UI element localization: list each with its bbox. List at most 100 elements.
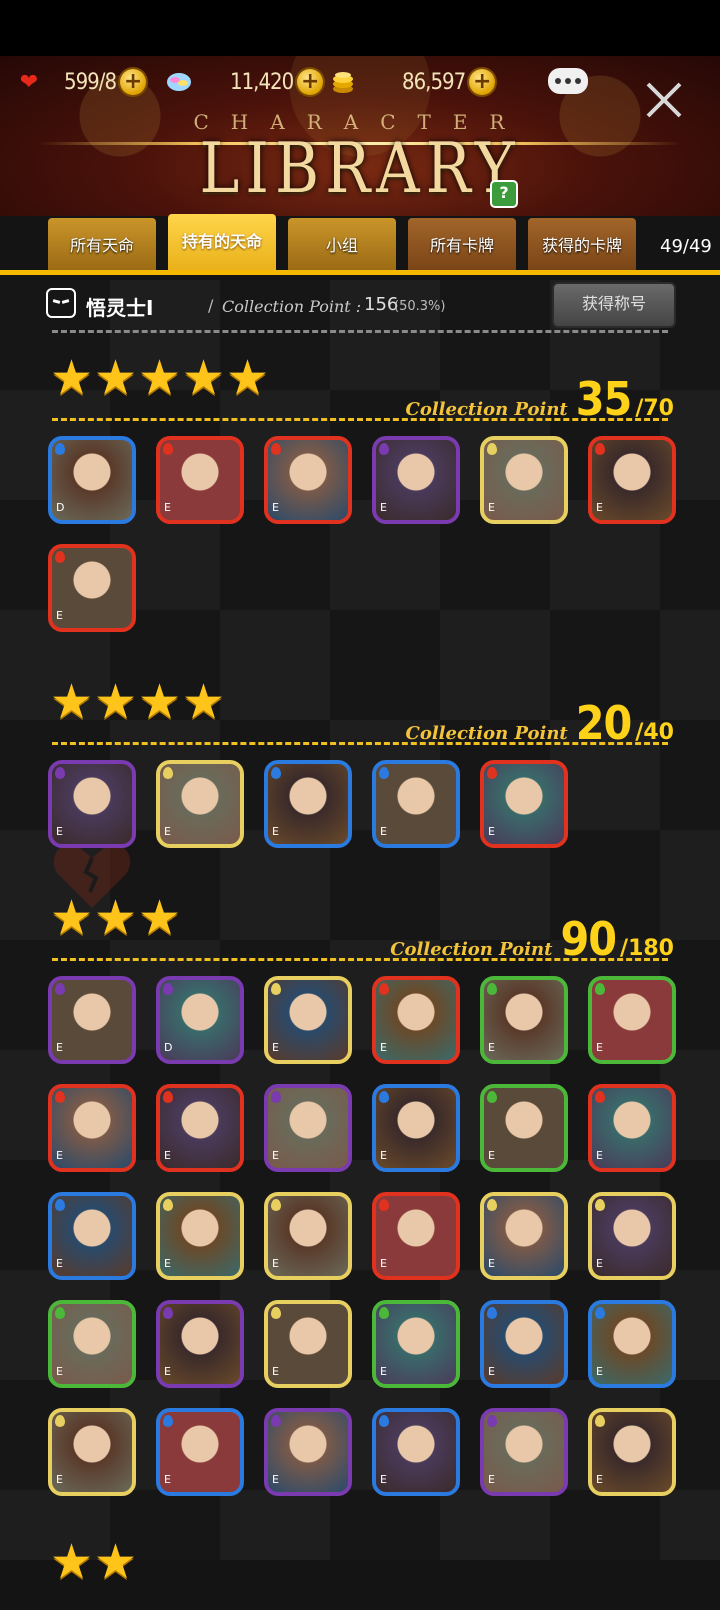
character-card[interactable]: E [480, 436, 568, 524]
character-card[interactable]: E [588, 1084, 676, 1172]
character-card[interactable]: E [48, 1300, 136, 1388]
character-card[interactable]: D [48, 436, 136, 524]
character-card[interactable]: E [372, 760, 460, 848]
character-card[interactable]: E [264, 1084, 352, 1172]
character-card[interactable]: E [48, 1192, 136, 1280]
status-bar [0, 0, 720, 56]
wind-element-icon [595, 983, 605, 995]
character-card[interactable]: E [48, 1408, 136, 1496]
character-card[interactable]: E [156, 436, 244, 524]
section-header: ★ ★ ★ Collection Point 90/180 [46, 890, 674, 966]
character-card[interactable]: E [264, 976, 352, 1064]
card-grade: E [596, 1365, 603, 1378]
character-card[interactable]: E [156, 1084, 244, 1172]
section-header: ★ ★ ★ ★ Collection Point 20/40 [46, 678, 674, 750]
character-card[interactable]: E [480, 1084, 568, 1172]
character-card[interactable]: E [372, 1084, 460, 1172]
fire-element-icon [163, 1091, 173, 1103]
character-card[interactable]: E [480, 1192, 568, 1280]
character-card[interactable]: E [48, 544, 136, 632]
light-element-icon [487, 443, 497, 455]
character-card[interactable]: E [480, 976, 568, 1064]
character-card[interactable]: E [480, 1408, 568, 1496]
card-grade: E [596, 501, 603, 514]
character-card[interactable]: E [264, 1192, 352, 1280]
tab-all-destiny[interactable]: 所有天命 [48, 218, 156, 270]
character-card[interactable]: E [156, 1192, 244, 1280]
dark-element-icon [55, 983, 65, 995]
character-card[interactable]: E [372, 1408, 460, 1496]
star-icon: ★ [138, 350, 182, 406]
character-card[interactable]: E [264, 760, 352, 848]
card-grade: E [380, 1365, 387, 1378]
add-gem-button[interactable]: + [297, 69, 324, 95]
card-grade: E [596, 1257, 603, 1270]
character-card[interactable]: E [264, 1300, 352, 1388]
character-card[interactable]: E [480, 1300, 568, 1388]
fire-element-icon [379, 1199, 389, 1211]
character-card[interactable]: E [48, 760, 136, 848]
user-separator: / [208, 296, 214, 315]
character-card[interactable]: E [480, 760, 568, 848]
tab-all-cards[interactable]: 所有卡牌 [408, 218, 516, 270]
star-icon: ★ [50, 1534, 94, 1590]
user-cp-percent: (50.3%) [394, 299, 446, 314]
star-icon: ★ [50, 350, 94, 406]
card-grade: E [272, 1473, 279, 1486]
card-grade: E [488, 1041, 495, 1054]
character-card[interactable]: E [588, 1408, 676, 1496]
fire-element-icon [55, 551, 65, 563]
character-card[interactable]: E [264, 436, 352, 524]
character-card[interactable]: E [372, 1192, 460, 1280]
collection-point-label: Collection Point [405, 723, 568, 744]
character-card[interactable]: E [156, 760, 244, 848]
character-card[interactable]: E [588, 1192, 676, 1280]
character-card[interactable]: E [588, 1300, 676, 1388]
card-grade: E [380, 1257, 387, 1270]
tab-obtained-cards[interactable]: 获得的卡牌 [528, 218, 636, 270]
wind-element-icon [379, 1307, 389, 1319]
page-title: LIBRARY [199, 128, 521, 210]
gem-counter: 11,420 + [166, 66, 324, 98]
character-card[interactable]: E [372, 1300, 460, 1388]
tab-owned-destiny[interactable]: 持有的天命 [168, 214, 276, 270]
water-element-icon [379, 1091, 389, 1103]
chat-icon[interactable] [548, 68, 588, 94]
star-icon: ★ [138, 890, 182, 946]
help-icon[interactable]: ? [490, 180, 518, 208]
section-header: ★ ★ [46, 1534, 674, 1610]
character-card[interactable]: E [372, 976, 460, 1064]
dark-element-icon [163, 983, 173, 995]
character-card[interactable]: E [264, 1408, 352, 1496]
character-card[interactable]: E [156, 1408, 244, 1496]
fire-element-icon [379, 983, 389, 995]
card-grade: E [488, 1473, 495, 1486]
card-grade: E [164, 501, 171, 514]
water-element-icon [55, 1199, 65, 1211]
get-title-button[interactable]: 获得称号 [552, 282, 676, 328]
character-card[interactable]: E [588, 436, 676, 524]
user-title-name: 悟灵士I [86, 296, 154, 320]
tab-group[interactable]: 小组 [288, 218, 396, 270]
card-grade: E [380, 1041, 387, 1054]
gold-counter: 86,597 + [330, 66, 496, 98]
wind-element-icon [487, 983, 497, 995]
light-element-icon [163, 767, 173, 779]
card-grade: D [164, 1041, 173, 1054]
character-card[interactable]: E [48, 1084, 136, 1172]
dark-element-icon [271, 1415, 281, 1427]
card-grade: E [56, 1473, 63, 1486]
card-grade: E [488, 501, 495, 514]
character-card[interactable]: E [372, 436, 460, 524]
star-icon: ★ [94, 890, 138, 946]
character-card[interactable]: E [48, 976, 136, 1064]
card-grade: E [596, 1041, 603, 1054]
light-element-icon [271, 1307, 281, 1319]
character-card[interactable]: D [156, 976, 244, 1064]
add-stamina-button[interactable]: + [120, 69, 147, 95]
character-card[interactable]: E [156, 1300, 244, 1388]
add-gold-button[interactable]: + [469, 69, 496, 95]
character-card[interactable]: E [588, 976, 676, 1064]
card-grade: E [164, 1257, 171, 1270]
card-grade: E [380, 1149, 387, 1162]
